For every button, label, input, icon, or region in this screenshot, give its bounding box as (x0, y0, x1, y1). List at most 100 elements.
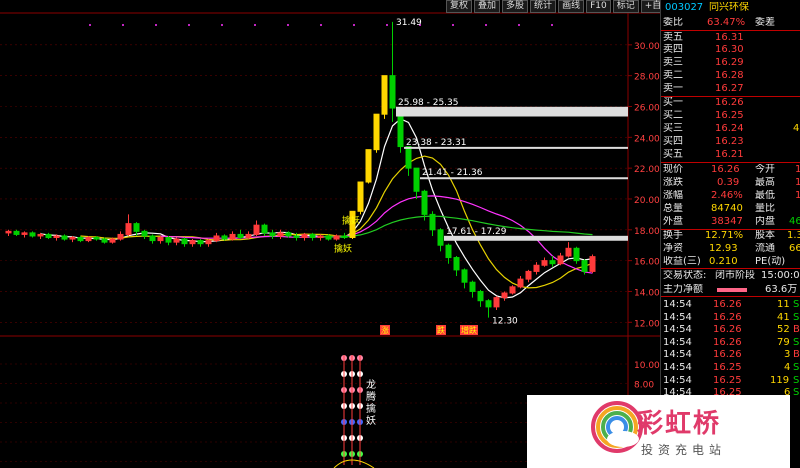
candle-body (93, 237, 100, 240)
stat-label: 最高 (755, 177, 775, 188)
tick-side: S (793, 362, 800, 373)
price-tick-label: 16.00 (634, 258, 660, 268)
stat-label: 外盘 (663, 216, 683, 227)
candle-body (261, 224, 268, 234)
tick-time: 14:54 (663, 299, 692, 310)
sell-price: 16.28 (715, 70, 744, 81)
stat-label: 最低 (755, 190, 775, 201)
candle-body (341, 235, 348, 239)
trade-status-row: 交易状态: 闭市阶段 15:00:00 (661, 270, 800, 282)
sell-label: 卖四 (663, 44, 683, 55)
candle-body (157, 237, 164, 242)
sell-price: 16.30 (715, 44, 744, 55)
stat-row: 现价 16.26 今开 1 (661, 164, 800, 176)
candle-body (165, 237, 172, 243)
stat-value: 2.46% (711, 190, 743, 201)
net-flow-bar (717, 288, 747, 292)
price-tick-label: 14.00 (634, 288, 660, 298)
tick-time: 14:54 (663, 324, 692, 336)
watermark-subtitle: 投资充电站 (641, 443, 727, 457)
candle-body (509, 286, 516, 294)
stat2-row: 换手 12.71% 股本 1.3 (661, 230, 800, 242)
tick-price: 16.25 (713, 362, 742, 373)
stat-label: 今开 (755, 164, 775, 175)
candle-body (133, 223, 140, 232)
status-time: 15:00:00 (761, 270, 800, 281)
stat-label: 量比 (755, 203, 775, 214)
candle-body (493, 297, 500, 308)
signal-dot (485, 24, 487, 26)
candle-body (21, 232, 28, 235)
price-tick-label: 12.00 (634, 319, 660, 329)
net-flow-label: 主力净额 (663, 284, 703, 295)
candle-body (221, 235, 228, 240)
sell-price: 16.27 (715, 83, 744, 94)
candle-body (573, 247, 580, 262)
stat-value: 12.93 (709, 243, 738, 254)
candle-body (525, 270, 532, 280)
stat-row: 涨跌 0.39 最高 1 (661, 177, 800, 189)
candle-body (557, 255, 564, 265)
tick-row: 14:54 16.26 3 B (661, 349, 800, 361)
signal-dot (353, 24, 355, 26)
buy-price: 16.23 (715, 136, 744, 147)
sell-label: 卖一 (663, 83, 683, 94)
candle-body (13, 230, 20, 235)
price-band-label: 25.98 - 25.35 (398, 98, 459, 108)
stat-label: 总量 (663, 203, 683, 214)
fuquan-button[interactable]: 复权 (446, 0, 473, 13)
weibi-row: 委比 63.47% 委差 (661, 17, 800, 29)
signal-dot (518, 24, 520, 26)
overlay-button[interactable]: 叠加 (474, 0, 501, 13)
buy-volume: 4 (793, 123, 800, 134)
tick-volume: 4 (784, 362, 791, 373)
buy-row: 买三 16.24 4 (661, 123, 800, 135)
candle-body (285, 232, 292, 237)
candle-body (429, 213, 436, 231)
candle-body (205, 240, 212, 245)
candle-body (213, 235, 220, 242)
candle-body (45, 233, 52, 239)
signal-label: 擒妖 (342, 215, 360, 227)
statistics-button[interactable]: 统计 (530, 0, 557, 13)
buy-price: 16.26 (715, 97, 744, 108)
candle-body (53, 235, 60, 239)
buy-row: 买五 16.21 (661, 149, 800, 161)
stat-label: PE(动) (755, 256, 786, 267)
mark-button[interactable]: 标记 (612, 0, 639, 13)
draw-line-button[interactable]: 画线 (558, 0, 585, 13)
f10-button[interactable]: F10 (586, 0, 611, 13)
stat-value: 16.26 (711, 164, 740, 175)
candle-body (309, 233, 316, 239)
signal-dot (155, 24, 157, 26)
tick-time: 14:54 (663, 311, 692, 323)
multi-stock-button[interactable]: 多股 (502, 0, 529, 13)
tick-row: 14:54 16.26 79 S (661, 337, 800, 349)
candle-body (437, 229, 444, 246)
sell-row: 卖一 16.27 (661, 83, 800, 95)
candle-body (189, 240, 196, 245)
volume-tick-label: 8.00 (634, 381, 654, 391)
tick-volume: 11 (777, 299, 790, 310)
tick-side: S (793, 311, 800, 323)
candle-body (77, 237, 84, 242)
tick-row: 14:54 16.26 11 S (661, 299, 800, 311)
candle-body (317, 235, 324, 239)
status-label: 交易状态: (663, 270, 707, 281)
tick-row: 14:54 16.26 41 S (661, 312, 800, 324)
stock-name: 同兴环保 (709, 2, 749, 13)
stat-row: 总量 84740 量比 (661, 203, 800, 215)
weibi-label: 委比 (663, 17, 683, 28)
high-label: 31.49 (396, 18, 422, 28)
candle-body (37, 233, 44, 237)
candle-body (61, 235, 68, 240)
candle-body (125, 223, 132, 235)
sell-price: 16.29 (715, 57, 744, 68)
stat2-row: 收益(三) 0.210 PE(动) (661, 256, 800, 268)
tick-volume: 52 (777, 324, 790, 336)
tick-side: B (793, 349, 800, 361)
buy-label: 买四 (663, 136, 683, 147)
watermark-title: 彩虹桥 (637, 409, 722, 439)
candle-body (333, 235, 340, 240)
candle-body (229, 233, 236, 240)
